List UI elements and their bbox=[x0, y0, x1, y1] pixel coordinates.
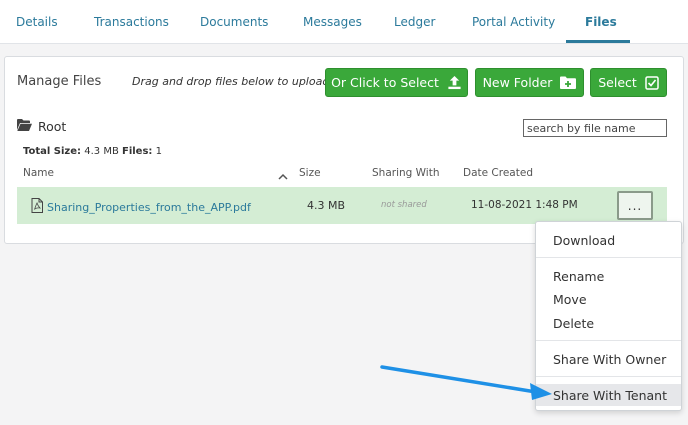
menu-item-download[interactable]: Download bbox=[536, 229, 681, 251]
tab-bar: Details Transactions Documents Messages … bbox=[0, 0, 688, 44]
file-search-input[interactable] bbox=[523, 119, 667, 137]
files-count-value: 1 bbox=[155, 146, 162, 157]
column-header-sharing[interactable]: Sharing With bbox=[372, 167, 440, 179]
column-header-name[interactable]: Name bbox=[23, 167, 54, 179]
menu-divider bbox=[536, 257, 681, 258]
checkbox-icon bbox=[645, 75, 659, 90]
menu-item-share-with-tenant[interactable]: Share With Tenant bbox=[536, 384, 681, 406]
folder-open-icon bbox=[17, 119, 32, 134]
click-to-select-button[interactable]: Or Click to Select bbox=[325, 68, 468, 97]
tab-transactions[interactable]: Transactions bbox=[94, 15, 169, 29]
sort-ascending-icon[interactable] bbox=[278, 167, 288, 186]
tab-files[interactable]: Files bbox=[585, 15, 617, 29]
menu-item-delete[interactable]: Delete bbox=[536, 312, 681, 334]
tab-documents[interactable]: Documents bbox=[200, 15, 268, 29]
file-size: 4.3 MB bbox=[307, 199, 346, 212]
new-folder-label: New Folder bbox=[482, 75, 553, 90]
menu-item-rename[interactable]: Rename bbox=[536, 265, 681, 287]
file-sharing-status: not shared bbox=[381, 200, 427, 210]
select-button[interactable]: Select bbox=[590, 68, 667, 97]
total-size-label: Total Size: bbox=[23, 146, 82, 157]
menu-item-move[interactable]: Move bbox=[536, 288, 681, 310]
file-name-link[interactable]: Sharing_Properties_from_the_APP.pdf bbox=[31, 198, 251, 216]
menu-divider bbox=[536, 376, 681, 377]
upload-icon bbox=[447, 75, 462, 90]
new-folder-button[interactable]: New Folder bbox=[475, 68, 584, 97]
tab-details[interactable]: Details bbox=[16, 15, 58, 29]
active-tab-indicator bbox=[566, 40, 630, 43]
select-label: Select bbox=[598, 75, 637, 90]
drag-drop-hint: Drag and drop files below to upload bbox=[132, 75, 330, 88]
panel-title: Manage Files bbox=[17, 74, 102, 89]
folder-plus-icon bbox=[560, 76, 577, 89]
tab-messages[interactable]: Messages bbox=[303, 15, 362, 29]
menu-item-share-with-owner[interactable]: Share With Owner bbox=[536, 348, 681, 370]
folder-name: Root bbox=[38, 119, 67, 134]
column-header-size[interactable]: Size bbox=[299, 167, 321, 179]
menu-divider bbox=[536, 340, 681, 341]
click-to-select-label: Or Click to Select bbox=[331, 75, 439, 90]
table-row[interactable]: Sharing_Properties_from_the_APP.pdf 4.3 … bbox=[17, 187, 667, 224]
tab-portal-activity[interactable]: Portal Activity bbox=[472, 15, 555, 29]
pdf-file-icon bbox=[31, 198, 43, 216]
file-context-menu: Download Rename Move Delete Share With O… bbox=[535, 221, 682, 411]
more-actions-button[interactable]: ... bbox=[617, 191, 653, 220]
current-folder[interactable]: Root bbox=[17, 119, 66, 134]
file-date-created: 11-08-2021 1:48 PM bbox=[471, 199, 578, 211]
totals-summary: Total Size: 4.3 MB Files: 1 bbox=[23, 146, 162, 157]
files-count-label: Files: bbox=[122, 146, 153, 157]
column-header-date[interactable]: Date Created bbox=[463, 167, 533, 179]
tab-ledger[interactable]: Ledger bbox=[394, 15, 435, 29]
file-name-text: Sharing_Properties_from_the_APP.pdf bbox=[47, 200, 251, 214]
total-size-value: 4.3 MB bbox=[84, 146, 119, 157]
manage-files-panel: Manage Files Drag and drop files below t… bbox=[4, 56, 684, 244]
